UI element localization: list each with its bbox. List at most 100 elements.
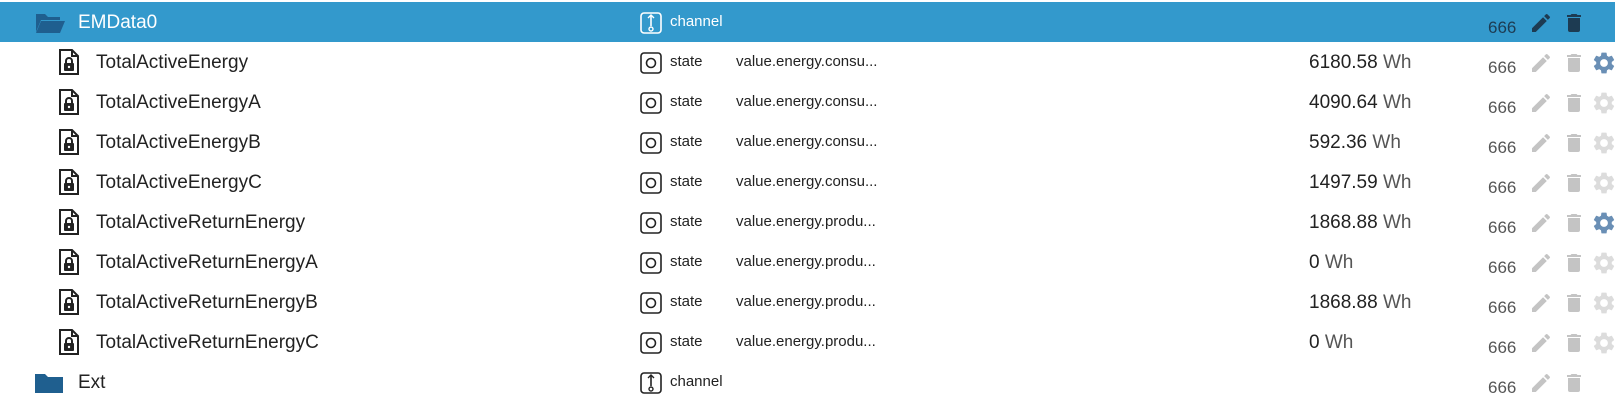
state-icon [640,172,662,194]
config-button[interactable] [1591,170,1615,196]
state-row[interactable]: TotalActiveEnergyC state value.energy.cons… [0,162,1615,202]
state-row[interactable]: TotalActiveReturnEnergyA state value.energ… [0,242,1615,282]
edit-button[interactable] [1529,171,1553,195]
folder-icon[interactable] [34,372,66,394]
locked-file-icon [58,209,80,235]
state-row[interactable]: TotalActiveReturnEnergy state value.energy… [0,202,1615,242]
locked-file-icon [58,329,80,355]
value-number: 1868.88 [1309,292,1378,313]
value-unit: Wh [1324,332,1354,353]
value-unit: Wh [1382,52,1412,73]
locked-file-icon [58,49,80,75]
delete-button[interactable] [1562,91,1586,115]
channel-icon [640,372,662,394]
config-button[interactable] [1591,90,1615,116]
object-value[interactable]: 4090.64 Wh [1309,92,1411,114]
object-value[interactable]: 6180.58 Wh [1309,52,1411,74]
config-button[interactable] [1591,130,1615,156]
object-type: state [670,93,703,110]
state-icon [640,132,662,154]
state-row[interactable]: TotalActiveEnergyB state value.energy.cons… [0,122,1615,162]
state-icon [640,52,662,74]
delete-button[interactable] [1562,371,1586,395]
edit-button[interactable] [1529,91,1553,115]
config-button[interactable] [1591,210,1615,236]
pencil-icon [1532,93,1550,112]
acl-value: 666 [1488,98,1517,117]
object-value[interactable]: 592.36 Wh [1309,132,1401,154]
object-role: value.energy.produ... [736,293,876,310]
object-role: value.energy.consu... [736,53,878,70]
object-type: state [670,213,703,230]
object-name: TotalActiveEnergyA [96,92,261,113]
object-value[interactable]: 1868.88 Wh [1309,292,1411,314]
edit-button[interactable] [1529,251,1553,275]
edit-button[interactable] [1529,331,1553,355]
object-value[interactable]: 0 Wh [1309,332,1353,354]
delete-button[interactable] [1562,171,1586,195]
delete-button[interactable] [1562,251,1586,275]
edit-button[interactable] [1529,211,1553,235]
object-name: TotalActiveEnergyC [96,172,262,193]
channel-row[interactable]: Ext channel 666 [0,362,1615,402]
locked-file-icon [58,289,80,315]
config-button[interactable] [1591,330,1615,356]
state-row[interactable]: TotalActiveEnergyA state value.energy.cons… [0,82,1615,122]
object-value[interactable]: 1868.88 Wh [1309,212,1411,234]
pencil-icon [1532,133,1550,152]
locked-file-icon [58,169,80,195]
object-role: value.energy.consu... [736,173,878,190]
delete-button[interactable] [1562,131,1586,155]
delete-button[interactable] [1562,11,1586,35]
channel-row[interactable]: EMData0 channel 666 [0,2,1615,42]
acl-value: 666 [1488,258,1517,277]
value-number: 1868.88 [1309,212,1378,233]
value-number: 592.36 [1309,132,1368,153]
state-row[interactable]: TotalActiveReturnEnergyB state value.energ… [0,282,1615,322]
state-row[interactable]: TotalActiveEnergy state value.energy.consu… [0,42,1615,82]
object-name: TotalActiveReturnEnergyC [96,332,319,353]
object-type: channel [670,373,723,390]
config-button[interactable] [1591,290,1615,316]
object-value[interactable]: 1497.59 Wh [1309,172,1411,194]
value-number: 4090.64 [1309,92,1378,113]
pencil-icon [1532,173,1550,192]
state-icon [640,92,662,114]
object-name: TotalActiveEnergy [96,52,249,73]
object-type: state [670,173,703,190]
delete-button[interactable] [1562,331,1586,355]
object-name: TotalActiveEnergyB [96,132,261,153]
pencil-icon [1532,373,1550,392]
pencil-icon [1532,13,1550,32]
config-button[interactable] [1591,250,1615,276]
delete-button[interactable] [1562,51,1586,75]
edit-button[interactable] [1529,131,1553,155]
delete-button[interactable] [1562,291,1586,315]
folder-open-icon[interactable] [34,12,66,34]
value-unit: Wh [1372,132,1401,153]
value-unit: Wh [1382,212,1412,233]
value-number: 0 [1309,332,1320,353]
state-icon [640,252,662,274]
object-tree: EMData0 channel 666 TotalActiveEnergy state v… [0,0,1615,402]
edit-button[interactable] [1529,371,1553,395]
value-unit: Wh [1382,92,1412,113]
edit-button[interactable] [1529,291,1553,315]
edit-button[interactable] [1529,51,1553,75]
object-type: state [670,293,703,310]
acl-value: 666 [1488,58,1517,77]
config-button[interactable] [1591,50,1615,76]
object-type: state [670,53,703,70]
object-type: channel [670,13,723,30]
value-unit: Wh [1324,252,1354,273]
state-row[interactable]: TotalActiveReturnEnergyC state value.energ… [0,322,1615,362]
object-name: Ext [78,372,106,393]
object-role: value.energy.produ... [736,253,876,270]
object-value[interactable]: 0 Wh [1309,252,1353,274]
edit-button[interactable] [1529,11,1553,35]
acl-value: 666 [1488,18,1517,37]
delete-button[interactable] [1562,211,1586,235]
object-type: state [670,253,703,270]
value-unit: Wh [1382,292,1412,313]
object-name: EMData0 [78,12,158,33]
